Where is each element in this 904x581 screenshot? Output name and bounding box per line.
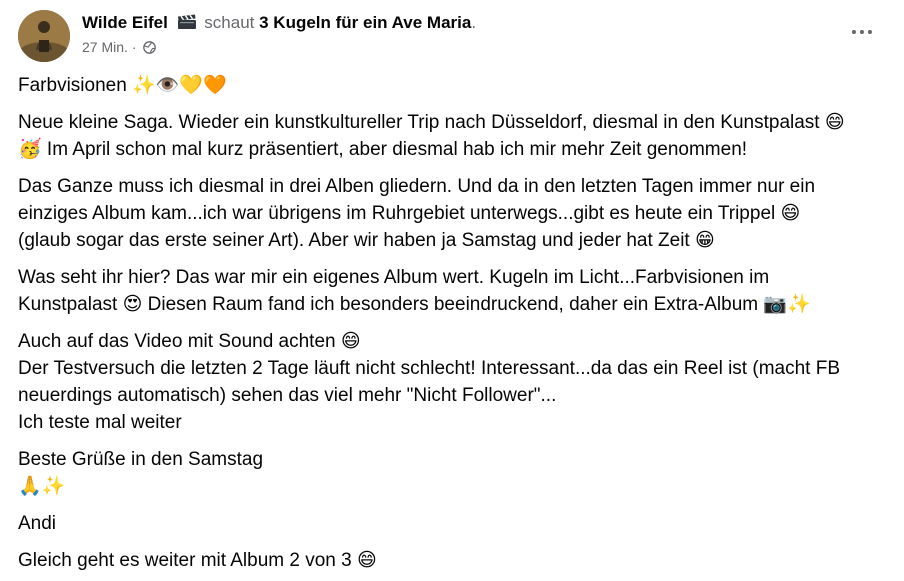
avatar[interactable] [18, 10, 70, 62]
meta-separator: · [131, 39, 137, 55]
post-paragraph: Andi [18, 513, 57, 534]
post-timestamp[interactable]: 27 Min. [82, 39, 128, 55]
activity-verb: schaut [204, 13, 255, 32]
post-body: Farbvisionen ✨👁️💛🧡 Neue kleine Saga. Wie… [18, 72, 878, 574]
post-paragraph: Auch auf das Video mit Sound achten 😄 De… [18, 331, 840, 433]
post-title-line: Wilde Eifel schaut 3 Kugeln für ein Ave … [82, 12, 476, 34]
globe-icon[interactable] [143, 40, 157, 54]
post-paragraph: Neue kleine Saga. Wieder ein kunstkultur… [18, 112, 845, 160]
post-paragraph: Das Ganze muss ich diesmal in drei Alben… [18, 176, 816, 251]
more-options-button[interactable] [844, 20, 880, 44]
more-options-icon [860, 30, 864, 34]
more-options-icon [852, 30, 856, 34]
post-header: Wilde Eifel schaut 3 Kugeln für ein Ave … [18, 10, 886, 64]
post-card: Wilde Eifel schaut 3 Kugeln für ein Ave … [0, 0, 904, 581]
post-paragraph: Beste Grüße in den Samstag 🙏✨ [18, 449, 264, 497]
post-paragraph: Gleich geht es weiter mit Album 2 von 3 … [18, 550, 377, 571]
author-name[interactable]: Wilde Eifel [82, 13, 168, 32]
activity-target[interactable]: 3 Kugeln für ein Ave Maria [259, 13, 471, 32]
post-paragraph: Farbvisionen ✨👁️💛🧡 [18, 75, 227, 96]
avatar-photo [18, 10, 70, 62]
clapper-board-icon [177, 14, 197, 30]
post-paragraph: Was seht ihr hier? Das war mir ein eigen… [18, 267, 811, 315]
more-options-icon [868, 30, 872, 34]
post-header-text: Wilde Eifel schaut 3 Kugeln für ein Ave … [82, 12, 476, 56]
post-meta: 27 Min. · [82, 38, 476, 56]
title-period: . [471, 13, 477, 32]
